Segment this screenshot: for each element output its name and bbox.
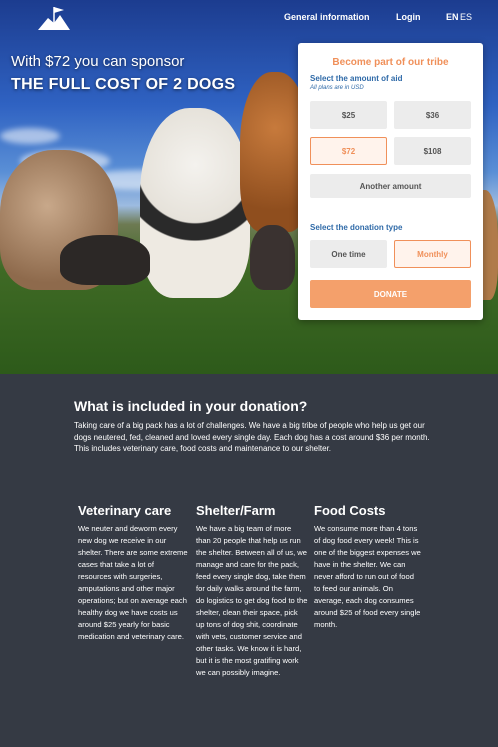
column-title: Shelter/Farm — [196, 503, 276, 518]
tribe-flag-logo-icon[interactable] — [36, 4, 72, 31]
amount-option-36[interactable]: $36 — [394, 101, 471, 129]
type-monthly[interactable]: Monthly — [394, 240, 471, 268]
type-one-time[interactable]: One time — [310, 240, 387, 268]
hero-banner: General information Login EN ES With $72… — [0, 0, 498, 374]
type-label: Select the donation type — [310, 223, 403, 232]
column-text: We neuter and deworm every new dog we re… — [78, 524, 188, 641]
column-text: We consume more than 4 tons of dog food … — [314, 524, 421, 629]
amount-option-72[interactable]: $72 — [310, 137, 387, 165]
nav-general-information[interactable]: General information — [284, 12, 370, 22]
dog-image — [140, 108, 250, 298]
info-column-shelter: Shelter/Farm We have a big team of more … — [196, 502, 308, 679]
hero-subtitle: With $72 you can sponsor — [11, 53, 185, 70]
column-text: We have a big team of more than 20 peopl… — [196, 524, 308, 677]
cloud — [0, 128, 60, 144]
dog-image — [250, 225, 295, 290]
column-title: Food Costs — [314, 503, 386, 518]
column-title: Veterinary care — [78, 503, 172, 518]
top-nav: General information Login EN ES — [0, 0, 498, 34]
nav-login[interactable]: Login — [396, 12, 421, 22]
lang-en[interactable]: EN — [446, 12, 459, 22]
info-column-veterinary: Veterinary care We neuter and deworm eve… — [78, 502, 188, 643]
amount-label: Select the amount of aid — [310, 74, 403, 83]
amount-option-25[interactable]: $25 — [310, 101, 387, 129]
dog-image — [60, 235, 150, 285]
section-heading: What is included in your donation? — [74, 398, 308, 414]
lang-es[interactable]: ES — [460, 12, 472, 22]
info-column-food: Food Costs We consume more than 4 tons o… — [314, 502, 422, 631]
section-intro: Taking care of a big pack has a lot of c… — [74, 421, 430, 453]
donation-card: Become part of our tribe Select the amou… — [298, 43, 483, 320]
hero-title: THE FULL COST OF 2 DOGS — [11, 76, 236, 93]
donate-button[interactable]: DONATE — [310, 280, 471, 308]
card-title: Become part of our tribe — [332, 57, 449, 68]
another-amount-button[interactable]: Another amount — [310, 174, 471, 198]
donation-info-section: What is included in your donation? Takin… — [0, 374, 498, 747]
amount-note: All plans are in USD — [310, 85, 364, 91]
amount-option-108[interactable]: $108 — [394, 137, 471, 165]
